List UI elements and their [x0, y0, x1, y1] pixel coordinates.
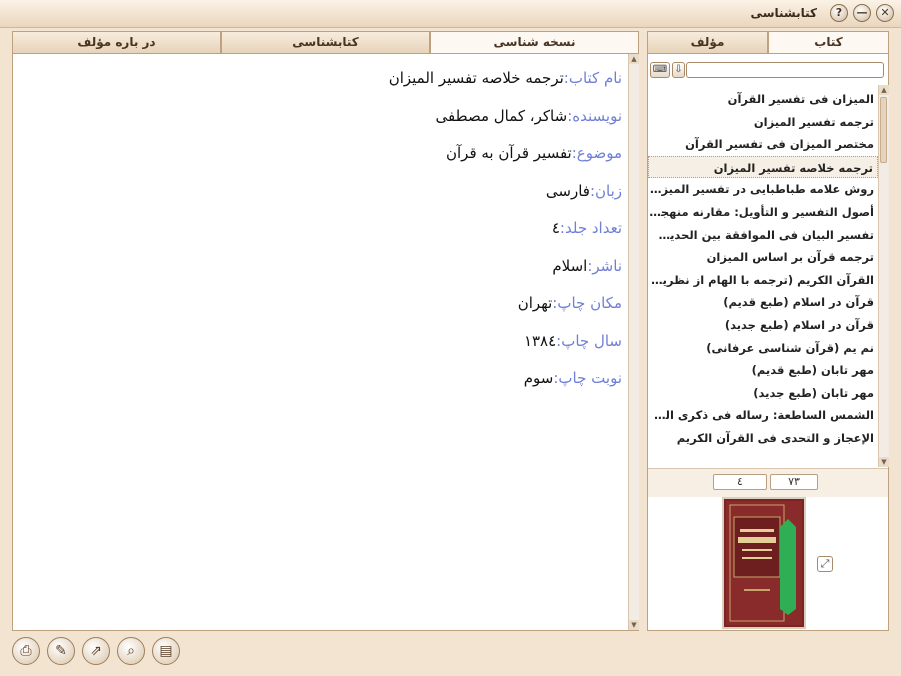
scroll-down-arrow-icon[interactable]: ▼ — [629, 620, 639, 630]
detail-tabs: در باره مؤلف کتابشناسی نسخه شناسی — [12, 31, 639, 53]
tab-manuscript[interactable]: نسخه شناسی — [430, 31, 639, 53]
book-list: المیزان فی تفسیر القرآن ترجمه تفسیر المی… — [648, 88, 878, 462]
list-item[interactable]: ترجمه قرآن بر اساس المیزان — [648, 246, 878, 269]
detail-value: فارسی — [545, 181, 590, 200]
total-count: ٧٣ — [770, 474, 818, 490]
list-item[interactable]: مهر تابان (طبع قدیم) — [648, 359, 878, 382]
search-input[interactable] — [686, 62, 884, 78]
list-item[interactable]: مختصر المیزان فی تفسیر القرآن — [648, 133, 878, 156]
detail-value: اسلام — [552, 256, 588, 275]
title-bar: ✕ — ? کتابشناسی — [0, 0, 901, 28]
scroll-down-arrow-icon[interactable]: ▼ — [879, 457, 889, 467]
detail-value: تفسیر قرآن به قرآن — [445, 144, 572, 162]
list-item[interactable]: مهر تابان (طبع جدید) — [648, 382, 878, 405]
detail-row: نوبت چاپ:سوم — [18, 364, 622, 393]
list-item[interactable]: ترجمه تفسیر المیزان — [648, 111, 878, 134]
list-item[interactable]: قرآن در اسلام (طبع قدیم) — [648, 291, 878, 314]
detail-label: ناشر: — [587, 256, 622, 275]
list-item[interactable]: الإعجاز و التحدی فی القرآن الکریم — [648, 427, 878, 450]
export-button[interactable]: ⇗ — [82, 637, 110, 665]
detail-value: تهران — [517, 294, 553, 312]
list-item[interactable]: المیزان فی تفسیر القرآن — [648, 88, 878, 111]
detail-scrollbar[interactable]: ▲ ▼ — [628, 54, 639, 630]
pencil-icon: ✎ — [55, 643, 67, 659]
list-item[interactable]: روش علامه طباطبایی در تفسیر المیزان — [648, 178, 878, 201]
book-cover-art — [726, 501, 802, 625]
detail-value: ١٣٨٤ — [523, 331, 557, 350]
print-button[interactable]: ⎙ — [12, 637, 40, 665]
detail-row: نویسنده:شاکر، کمال مصطفی — [18, 102, 622, 131]
list-tabs: مؤلف کتاب — [647, 31, 889, 53]
pager-bar — [648, 468, 888, 497]
search-button[interactable]: ⌕ — [117, 637, 145, 665]
scroll-up-arrow-icon[interactable]: ▲ — [879, 85, 889, 95]
detail-label: نویسنده: — [567, 106, 622, 125]
detail-row: سال چاپ:١٣٨٤ — [18, 327, 622, 356]
magnifier-icon: ⌕ — [127, 643, 135, 659]
tab-author[interactable]: مؤلف — [647, 31, 768, 53]
minimize-button[interactable]: — — [853, 4, 871, 22]
help-button[interactable]: ? — [830, 4, 848, 22]
detail-value: شاکر، کمال مصطفی — [435, 106, 568, 125]
list-scrollbar[interactable]: ▲ ▼ — [878, 85, 889, 467]
window-title: کتابشناسی — [750, 6, 817, 20]
book-details: نام کتاب:ترجمه خلاصه تفسیر المیزان نویسن… — [18, 64, 622, 402]
detail-label: موضوع: — [571, 144, 622, 162]
scroll-up-arrow-icon[interactable]: ▲ — [629, 54, 639, 64]
book-cover-image[interactable] — [722, 497, 806, 629]
notes-button[interactable]: ▤ — [152, 637, 180, 665]
scroll-thumb[interactable] — [880, 97, 887, 163]
detail-row: نام کتاب:ترجمه خلاصه تفسیر المیزان — [18, 64, 622, 93]
list-item[interactable]: القرآن الکریم (ترجمه با الهام از نظریات … — [648, 269, 878, 292]
list-item[interactable]: الشمس الساطعة: رساله فی ذکری العالم الر … — [648, 404, 878, 427]
list-item[interactable]: أصول التفسیر و التأویل: مقارنه منهجیة بی… — [648, 201, 878, 224]
tab-about-author[interactable]: در باره مؤلف — [12, 31, 221, 53]
detail-row: موضوع:تفسیر قرآن به قرآن — [18, 139, 622, 168]
list-item[interactable]: قرآن در اسلام (طبع جدید) — [648, 314, 878, 337]
detail-label: زبان: — [589, 181, 622, 200]
detail-row: ناشر:اسلام — [18, 252, 622, 281]
down-arrow-icon[interactable]: ⇩ — [672, 62, 685, 78]
document-icon: ▤ — [159, 643, 173, 659]
detail-value: ٤ — [551, 219, 560, 237]
current-page: ٤ — [713, 474, 767, 490]
keyboard-icon[interactable]: ⌨ — [650, 62, 670, 78]
detail-row: زبان:فارسی — [18, 177, 622, 206]
detail-label: نوبت چاپ: — [553, 369, 622, 387]
expand-icon[interactable]: ⤢ — [817, 556, 833, 572]
printer-icon: ⎙ — [20, 643, 32, 659]
detail-label: نام کتاب: — [563, 69, 622, 87]
detail-label: سال چاپ: — [556, 331, 622, 350]
close-button[interactable]: ✕ — [876, 4, 894, 22]
tab-bibliography[interactable]: کتابشناسی — [221, 31, 430, 53]
detail-row: مکان چاپ:تهران — [18, 289, 622, 318]
detail-label: تعداد جلد: — [559, 219, 622, 237]
detail-value: سوم — [523, 369, 554, 387]
tab-book[interactable]: کتاب — [768, 31, 889, 53]
list-item-selected[interactable]: ترجمه خلاصه تفسیر المیزان — [648, 155, 878, 179]
edit-button[interactable]: ✎ — [47, 637, 75, 665]
detail-row: تعداد جلد:٤ — [18, 214, 622, 243]
detail-label: مکان چاپ: — [552, 294, 622, 312]
export-icon: ⇗ — [90, 643, 102, 659]
list-item[interactable]: تفسیر البیان فی الموافقة بین الحدیث و ال… — [648, 224, 878, 247]
detail-value: ترجمه خلاصه تفسیر المیزان — [388, 69, 564, 87]
list-item[interactable]: نم یم (قرآن شناسی عرفانی) — [648, 337, 878, 360]
